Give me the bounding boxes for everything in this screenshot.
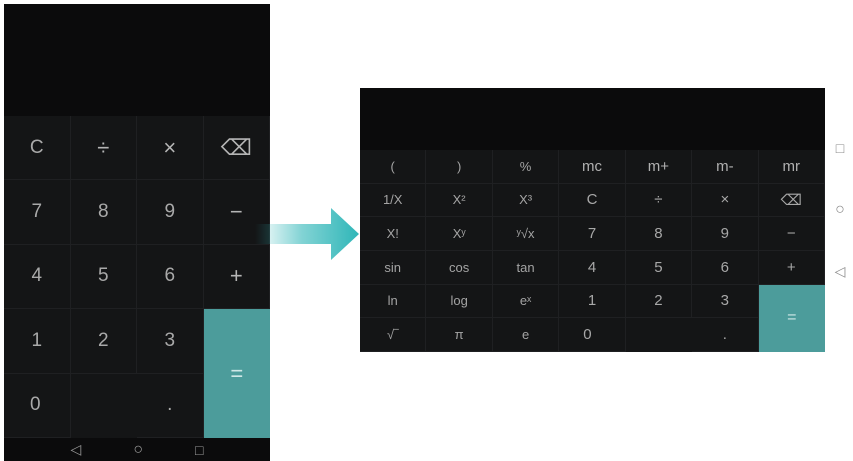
key-9[interactable]: X³ — [492, 183, 560, 218]
key-38[interactable]: 0 — [559, 318, 626, 352]
key-37[interactable]: e — [492, 318, 560, 352]
key-2[interactable]: × — [137, 116, 204, 181]
backspace-key[interactable]: ⌫ — [203, 116, 270, 181]
key-21[interactable]: sin — [360, 251, 427, 285]
key-16[interactable]: ʸ√x — [492, 217, 560, 251]
back-icon[interactable]: ◁ — [835, 263, 846, 280]
home-icon[interactable]: ○ — [835, 201, 845, 219]
backspace-key[interactable]: ⌫ — [758, 183, 825, 218]
key-26[interactable]: 6 — [692, 251, 759, 285]
key-13[interactable]: 2 — [70, 309, 137, 374]
key-0[interactable]: C — [4, 116, 71, 181]
key-10[interactable]: C — [559, 183, 626, 218]
key-4[interactable]: 7 — [4, 180, 71, 245]
landscape-keypad: ()% mc m+ m-mr 1/X X² X³ C ÷ × ⌫ X! Xʸ ʸ√x 7 8 9− sin cos t… — [360, 150, 825, 352]
portrait-calculator: C ÷ × ⌫ 7 8 9−4 5 6 +1 2 3 = 0. ◁ ○ □ — [4, 4, 270, 461]
key-24[interactable]: 4 — [559, 251, 626, 285]
key-36[interactable]: π — [426, 318, 493, 352]
key-28[interactable]: ln — [360, 284, 427, 319]
key-33[interactable]: 3 — [692, 284, 759, 319]
back-icon[interactable]: ◁ — [71, 441, 82, 458]
key-25[interactable]: 5 — [625, 251, 693, 285]
portrait-display — [4, 4, 270, 116]
home-icon[interactable]: ○ — [133, 441, 143, 459]
key-14[interactable]: 3 — [137, 309, 204, 374]
portrait-navbar: ◁ ○ □ — [4, 438, 270, 461]
key-7[interactable]: 1/X — [360, 183, 427, 218]
key-10[interactable]: 6 — [137, 244, 204, 310]
key-18[interactable]: 8 — [625, 217, 693, 251]
key-8[interactable]: 4 — [4, 244, 71, 310]
key-2[interactable]: % — [492, 150, 560, 184]
landscape-calculator: ()% mc m+ m-mr 1/X X² X³ C ÷ × ⌫ X! Xʸ ʸ√x 7 8 9− sin cos t… — [360, 88, 825, 352]
key-39[interactable]: . — [692, 318, 759, 352]
key-0[interactable]: ( — [360, 150, 427, 184]
key-23[interactable]: tan — [492, 251, 560, 285]
key-5[interactable]: m- — [692, 150, 759, 184]
key-6[interactable]: 9 — [137, 180, 204, 245]
key-5[interactable]: 8 — [70, 180, 137, 245]
landscape-display — [360, 88, 825, 150]
key-1[interactable]: ÷ — [70, 116, 137, 181]
recents-icon[interactable]: □ — [195, 442, 203, 458]
key-19[interactable]: 9 — [692, 217, 759, 251]
key-12[interactable]: 1 — [4, 309, 71, 374]
landscape-navbar: □ ○ ◁ — [828, 140, 852, 280]
key-22[interactable]: cos — [426, 251, 493, 285]
key-15[interactable]: Xʸ — [426, 217, 493, 251]
rotation-arrow-icon — [255, 208, 359, 260]
key-12[interactable]: × — [692, 183, 759, 218]
key-9[interactable]: 5 — [70, 244, 137, 310]
key-17[interactable]: 7 — [559, 217, 626, 251]
key-4[interactable]: m+ — [625, 150, 693, 184]
key-34[interactable]: = — [758, 284, 825, 352]
key-31[interactable]: 1 — [559, 284, 626, 319]
key-16[interactable]: 0 — [4, 373, 71, 438]
key-32[interactable]: 2 — [625, 284, 693, 319]
key-30[interactable]: eˣ — [492, 284, 560, 319]
key-11[interactable]: ÷ — [625, 183, 693, 218]
key-6[interactable]: mr — [758, 150, 825, 184]
key-8[interactable]: X² — [426, 183, 493, 218]
key-1[interactable]: ) — [426, 150, 493, 184]
key-15[interactable]: = — [203, 309, 270, 438]
key-14[interactable]: X! — [360, 217, 427, 251]
recents-icon[interactable]: □ — [836, 140, 844, 156]
key-3[interactable]: mc — [559, 150, 626, 184]
key-35[interactable]: √‾ — [360, 318, 427, 352]
key-27[interactable]: + — [758, 251, 825, 285]
portrait-keypad: C ÷ × ⌫ 7 8 9−4 5 6 +1 2 3 = 0. — [4, 116, 270, 438]
key-20[interactable]: − — [758, 217, 825, 251]
key-17[interactable]: . — [137, 373, 204, 438]
key-29[interactable]: log — [426, 284, 493, 319]
